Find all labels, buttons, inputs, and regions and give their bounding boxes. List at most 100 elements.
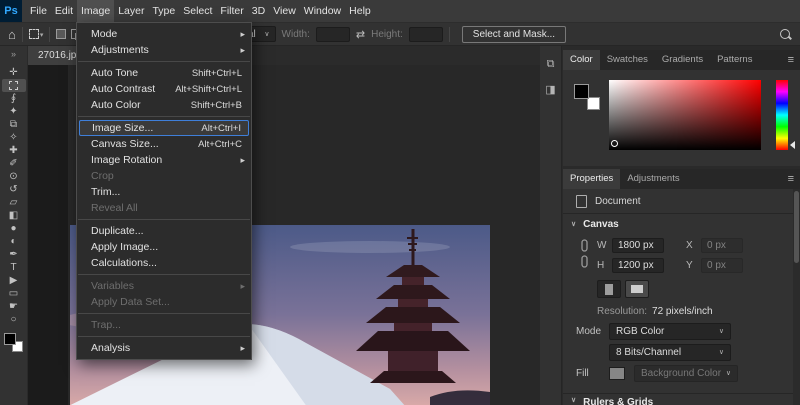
tab-adjustments[interactable]: Adjustments [620, 169, 686, 189]
width-input[interactable] [316, 27, 350, 42]
menubar-item-3d[interactable]: 3D [248, 0, 269, 22]
active-tool-preset-button[interactable]: ▾ [29, 29, 44, 39]
menubar-item-view[interactable]: View [269, 0, 300, 22]
canvas-height-input[interactable]: 1200 px [612, 258, 664, 273]
menu-item-image-rotation[interactable]: Image Rotation▸ [77, 152, 251, 168]
collapsed-panel-icon-1[interactable]: ⧉ [547, 58, 555, 71]
chevron-down-icon: ∨ [726, 370, 731, 377]
photoshop-logo-icon[interactable]: Ps [0, 0, 22, 22]
gradient-tool[interactable]: ◧ [2, 209, 26, 222]
eraser-tool-icon: ▱ [10, 197, 18, 208]
zoom-tool[interactable]: ○ [2, 313, 26, 326]
home-icon[interactable]: ⌂ [8, 28, 16, 41]
bit-depth-select[interactable]: 8 Bits/Channel ∨ [609, 344, 731, 361]
color-mode-select[interactable]: RGB Color ∨ [609, 323, 731, 340]
path-selection-tool[interactable]: ▶ [2, 274, 26, 287]
logo-text: Ps [4, 5, 17, 17]
menu-bar: Ps File Edit Image Layer Type Select Fil… [0, 0, 800, 22]
quick-selection-tool[interactable]: ✦ [2, 105, 26, 118]
crop-tool[interactable]: ⧉ [2, 118, 26, 131]
document-type-row: Document [563, 189, 800, 214]
menu-item-mode[interactable]: Mode▸ [77, 26, 251, 42]
tab-gradients[interactable]: Gradients [655, 50, 710, 70]
menubar-item-type[interactable]: Type [148, 0, 179, 22]
menu-item-image-size[interactable]: Image Size...Alt+Ctrl+I [79, 120, 249, 136]
brush-tool[interactable]: ✐ [2, 157, 26, 170]
separator [49, 27, 50, 42]
tab-properties[interactable]: Properties [563, 169, 620, 189]
lasso-tool[interactable]: ∮ [2, 92, 26, 105]
menu-item-trim[interactable]: Trim... [77, 184, 251, 200]
menu-item-calculations[interactable]: Calculations... [77, 255, 251, 271]
clone-stamp-tool[interactable]: ⊙ [2, 170, 26, 183]
tab-swatches[interactable]: Swatches [600, 50, 655, 70]
foreground-background-swatches[interactable] [4, 333, 23, 352]
document-icon [576, 195, 587, 208]
menu-item-auto-contrast[interactable]: Auto ContrastAlt+Shift+Ctrl+L [77, 81, 251, 97]
height-input[interactable] [409, 27, 443, 42]
eyedropper-tool[interactable]: ✧ [2, 131, 26, 144]
lasso-tool-icon: ∮ [11, 93, 16, 104]
panel-stack: Color Swatches Gradients Patterns ≡ [563, 50, 800, 405]
rulers-grids-section-header[interactable]: ∨ Rulers & Grids [563, 393, 800, 405]
scrollbar-thumb[interactable] [794, 191, 799, 263]
rectangle-tool[interactable]: ▭ [2, 287, 26, 300]
menu-item-auto-color[interactable]: Auto ColorShift+Ctrl+B [77, 97, 251, 113]
quick-selection-icon: ✦ [9, 106, 17, 117]
menubar-item-window[interactable]: Window [300, 0, 345, 22]
new-selection-icon[interactable] [56, 29, 66, 39]
tab-patterns[interactable]: Patterns [710, 50, 759, 70]
menu-item-apply-image[interactable]: Apply Image... [77, 239, 251, 255]
width-x-row: W 1800 px X 0 px [563, 235, 800, 255]
menu-item-adjustments[interactable]: Adjustments▸ [77, 42, 251, 58]
dodge-tool[interactable]: ◐ [2, 235, 26, 248]
type-tool[interactable]: T [2, 261, 26, 274]
properties-scrollbar[interactable] [793, 189, 800, 405]
hand-tool[interactable]: ☛ [2, 300, 26, 313]
canvas-section-title: Canvas [583, 219, 619, 230]
search-icon[interactable] [779, 28, 792, 41]
pen-tool[interactable]: ✒ [2, 248, 26, 261]
collapsed-panel-icon-2[interactable]: ◨ [545, 83, 555, 96]
menubar-item-image[interactable]: Image [77, 0, 114, 22]
menubar-item-layer[interactable]: Layer [114, 0, 148, 22]
menubar-item-file[interactable]: File [26, 0, 51, 22]
rectangular-marquee-tool[interactable] [2, 79, 26, 92]
hue-slider[interactable] [776, 80, 788, 150]
fill-select: Background Color ∨ [634, 365, 738, 382]
hue-slider-marker[interactable] [790, 141, 795, 149]
tab-color[interactable]: Color [563, 50, 600, 70]
eyedropper-icon: ✧ [9, 132, 17, 143]
brush-tool-icon: ✐ [9, 158, 17, 169]
submenu-arrow-icon: ▸ [240, 45, 245, 56]
menubar-item-select[interactable]: Select [179, 0, 216, 22]
menubar-item-edit[interactable]: Edit [51, 0, 77, 22]
spot-healing-brush-tool[interactable]: ✚ [2, 144, 26, 157]
landscape-orientation-button[interactable] [625, 280, 649, 298]
color-swatch-pair[interactable] [574, 84, 600, 110]
menu-item-auto-tone[interactable]: Auto ToneShift+Ctrl+L [77, 65, 251, 81]
blur-tool-icon: ● [10, 223, 16, 234]
eraser-tool[interactable]: ▱ [2, 196, 26, 209]
portrait-orientation-button[interactable] [597, 280, 621, 298]
menubar-item-filter[interactable]: Filter [216, 0, 247, 22]
saturation-brightness-picker[interactable] [609, 80, 761, 150]
menu-separator [78, 336, 250, 337]
panel-menu-icon[interactable]: ≡ [788, 169, 794, 189]
zoom-tool-icon: ○ [10, 314, 16, 325]
select-and-mask-button[interactable]: Select and Mask... [462, 26, 566, 43]
color-picker-cursor[interactable] [611, 140, 618, 147]
toolbar-toggle-icon[interactable]: » [11, 49, 16, 59]
canvas-width-input[interactable]: 1800 px [612, 238, 664, 253]
menu-item-canvas-size[interactable]: Canvas Size...Alt+Ctrl+C [77, 136, 251, 152]
menu-item-duplicate[interactable]: Duplicate... [77, 223, 251, 239]
history-brush-tool[interactable]: ↺ [2, 183, 26, 196]
move-tool[interactable]: ✛ [2, 66, 26, 79]
canvas-section-header[interactable]: ∨ Canvas [563, 214, 800, 235]
panel-menu-icon[interactable]: ≡ [788, 50, 794, 70]
swap-width-height-icon[interactable]: ⇄ [356, 28, 365, 41]
history-brush-icon: ↺ [9, 184, 17, 195]
blur-tool[interactable]: ● [2, 222, 26, 235]
menubar-item-help[interactable]: Help [345, 0, 375, 22]
menu-item-analysis[interactable]: Analysis▸ [77, 340, 251, 356]
